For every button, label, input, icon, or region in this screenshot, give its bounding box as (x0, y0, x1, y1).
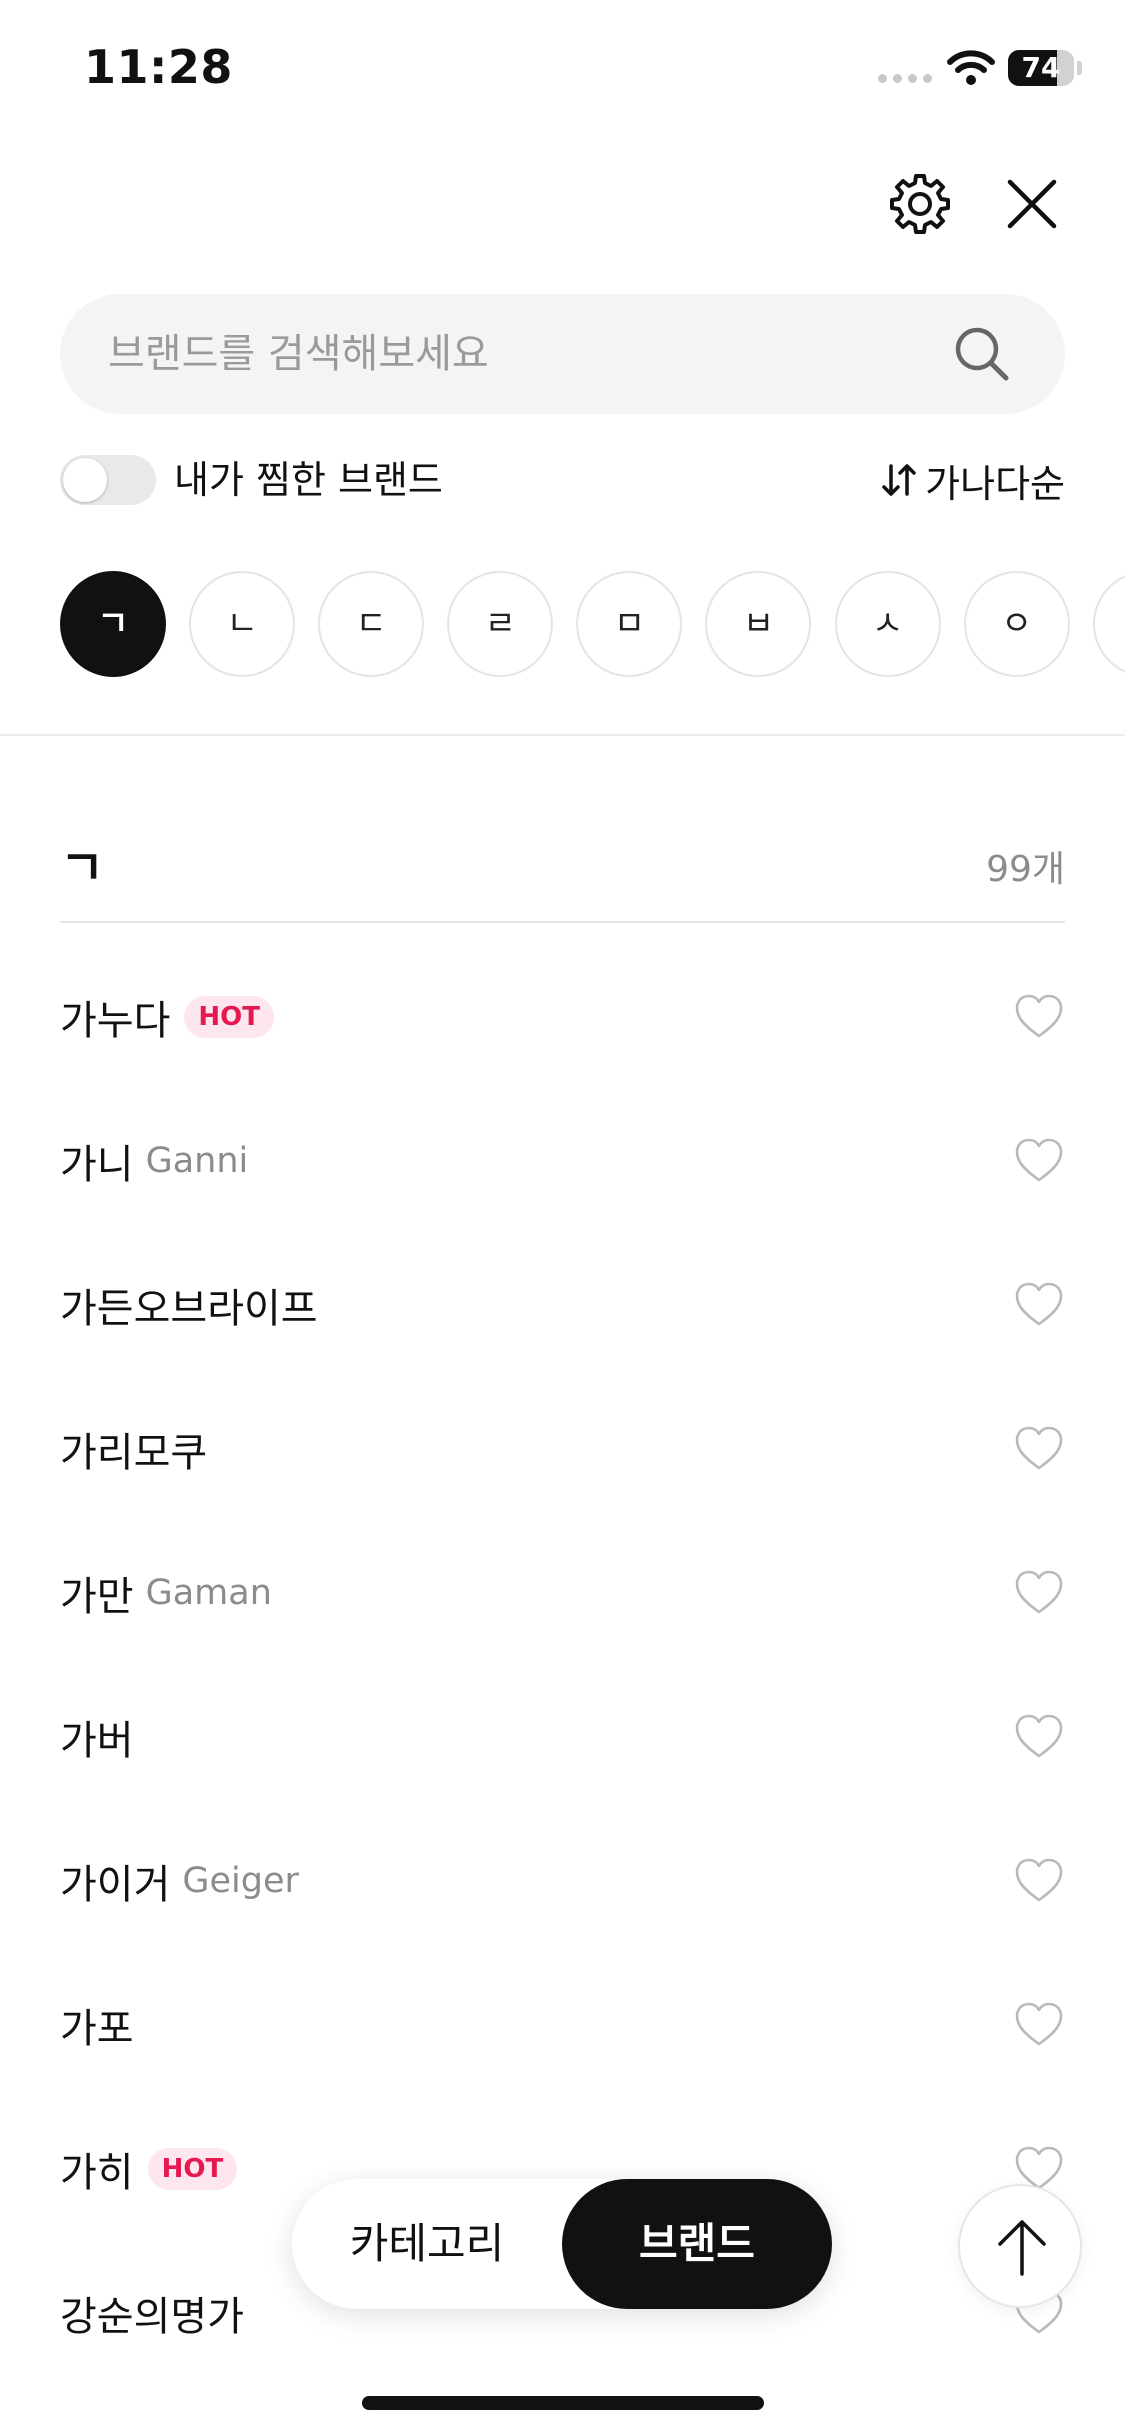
brand-name: 가만 (60, 1574, 134, 1620)
battery-tip (1077, 61, 1082, 75)
brand-english-name: Gaman (145, 1573, 272, 1613)
brand-name: 가든오브라이프 (60, 1286, 318, 1332)
brand-name: 가포 (60, 2006, 134, 2052)
brand-row[interactable]: 가리모쿠 (60, 1377, 1065, 1521)
toggle-knob (63, 458, 107, 502)
consonant-chip-siot[interactable]: ㅅ (834, 571, 941, 677)
sort-arrows-icon (882, 464, 916, 496)
liked-brands-label: 내가 찜한 브랜드 (174, 458, 443, 502)
brand-row[interactable]: 가포 (60, 1953, 1065, 2097)
heart-icon[interactable] (1013, 1279, 1065, 1331)
tab-category[interactable]: 카테고리 (292, 2179, 562, 2309)
consonant-chip-bieup[interactable]: ㅂ (705, 571, 812, 677)
consonant-chip-ieung[interactable]: ㅇ (963, 571, 1070, 677)
brand-row[interactable]: 가이거 Geiger (60, 1809, 1065, 1953)
search-input[interactable] (108, 294, 948, 414)
heart-icon[interactable] (1013, 1135, 1065, 1187)
brand-list: 가누다 HOT 가니 Ganni 가든오브라이프 가리모쿠 가만 Gaman 가… (60, 945, 1065, 2385)
heart-icon[interactable] (1013, 1423, 1065, 1475)
gear-icon[interactable] (884, 168, 956, 240)
sort-button[interactable]: 가나다순 (879, 455, 1065, 506)
consonant-chip-mieum[interactable]: ㅁ (576, 571, 683, 677)
brand-name: 가리모쿠 (60, 1430, 208, 1476)
heart-icon[interactable] (1013, 1855, 1065, 1907)
brand-name: 가히 (60, 2150, 134, 2196)
arrow-up-icon (998, 2220, 1046, 2276)
brand-row[interactable]: 가버 (60, 1665, 1065, 1809)
status-bar: 11:28 74 (0, 0, 1125, 140)
brand-name: 가버 (60, 1718, 134, 1764)
consonant-chip-digeut[interactable]: ㄷ (318, 571, 425, 677)
scroll-top-button[interactable] (958, 2184, 1082, 2308)
tab-brand[interactable]: 브랜드 (562, 2179, 832, 2309)
heart-icon[interactable] (1013, 1567, 1065, 1619)
brand-name: 가누다 (60, 998, 171, 1044)
consonant-chip-nieun[interactable]: ㄴ (189, 571, 296, 677)
brand-name: 가니 (60, 1142, 134, 1188)
search-bar (60, 294, 1065, 414)
heart-icon[interactable] (1013, 991, 1065, 1043)
wifi-icon (947, 50, 995, 85)
brand-row[interactable]: 가만 Gaman (60, 1521, 1065, 1665)
brand-row[interactable]: 가누다 HOT (60, 945, 1065, 1089)
battery-icon: 74 (1008, 50, 1074, 86)
cellular-signal-icon (878, 74, 932, 83)
section-count: 99개 (986, 849, 1065, 890)
sort-label: 가나다순 (925, 461, 1065, 506)
consonant-chip-rieul[interactable]: ㄹ (447, 571, 554, 677)
status-time: 11:28 (84, 40, 233, 94)
home-indicator (362, 2396, 764, 2410)
search-icon[interactable] (948, 320, 1016, 388)
consonant-chip-jieut[interactable]: ㅈ (1092, 571, 1125, 677)
bottom-tab-bar: 카테고리 브랜드 (292, 2179, 832, 2309)
liked-brands-toggle[interactable] (60, 455, 156, 505)
heart-icon[interactable] (1013, 1999, 1065, 2051)
section-divider (60, 921, 1065, 923)
divider (0, 734, 1125, 736)
battery-percent: 74 (1021, 51, 1061, 84)
brand-english-name: Geiger (182, 1861, 299, 1901)
brand-row[interactable]: 가니 Ganni (60, 1089, 1065, 1233)
consonant-chip-giyeok[interactable]: ㄱ (60, 571, 166, 677)
heart-icon[interactable] (1013, 1711, 1065, 1763)
brand-row[interactable]: 가든오브라이프 (60, 1233, 1065, 1377)
consonant-filter: ㄱ ㄴ ㄷ ㄹ ㅁ ㅂ ㅅ ㅇ ㅈ (60, 571, 1125, 679)
hot-badge: HOT (147, 2148, 238, 2190)
brand-name: 가이거 (60, 1862, 171, 1908)
brand-english-name: Ganni (145, 1141, 249, 1181)
brand-name: 강순의명가 (60, 2294, 244, 2340)
section-title: ㄱ (60, 840, 105, 896)
close-icon[interactable] (996, 168, 1068, 240)
hot-badge: HOT (184, 996, 275, 1038)
